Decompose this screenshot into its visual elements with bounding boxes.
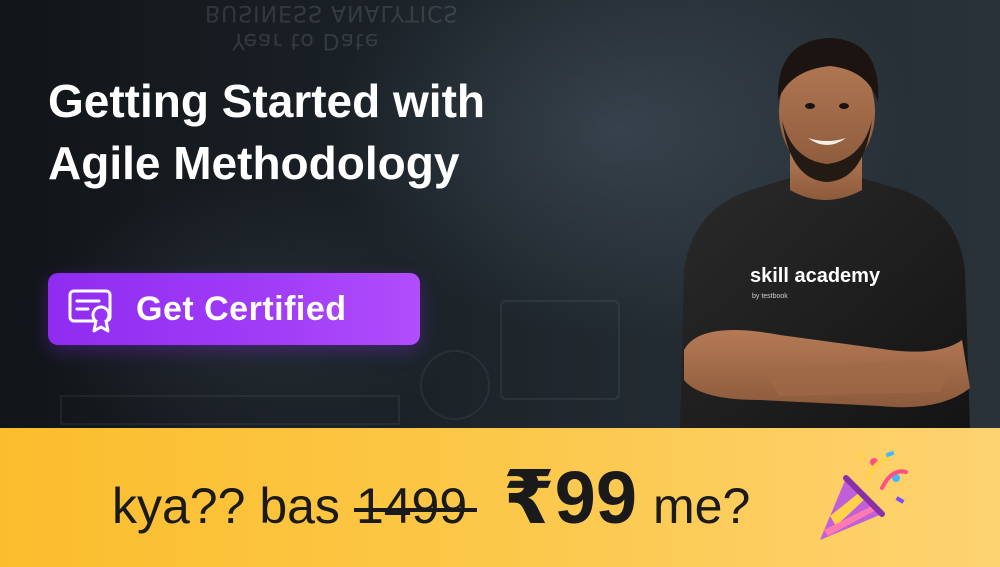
course-title-line-1: Getting Started with (48, 75, 485, 127)
course-title: Getting Started with Agile Methodology (48, 70, 648, 194)
presenter-photo: skill academy by testbook (680, 38, 970, 428)
background-text: Year to Date (232, 28, 380, 53)
get-certified-label: Get Certified (136, 289, 347, 328)
background-decoration (500, 300, 620, 400)
shirt-brand-text: skill academy (750, 265, 881, 287)
background-decoration (60, 395, 400, 425)
offer-suffix: me? (652, 478, 751, 534)
party-popper-icon (820, 450, 908, 540)
new-price: ₹99 (503, 456, 637, 539)
offer-prefix: kya?? bas (112, 478, 340, 534)
certificate-icon (68, 289, 112, 333)
shirt-sub-text: by testbook (752, 293, 788, 300)
background-decoration (420, 350, 490, 420)
promo-banner[interactable]: BUSINESS ANALYTICS Year to Date Getting … (0, 0, 1000, 567)
background-text: BUSINESS ANALYTICS (205, 0, 459, 25)
offer-text: kya?? bas 1499 ₹99 me? (112, 455, 750, 545)
old-price: 1499 (353, 478, 478, 534)
get-certified-button[interactable]: Get Certified (48, 273, 420, 345)
course-title-line-2: Agile Methodology (48, 137, 460, 189)
